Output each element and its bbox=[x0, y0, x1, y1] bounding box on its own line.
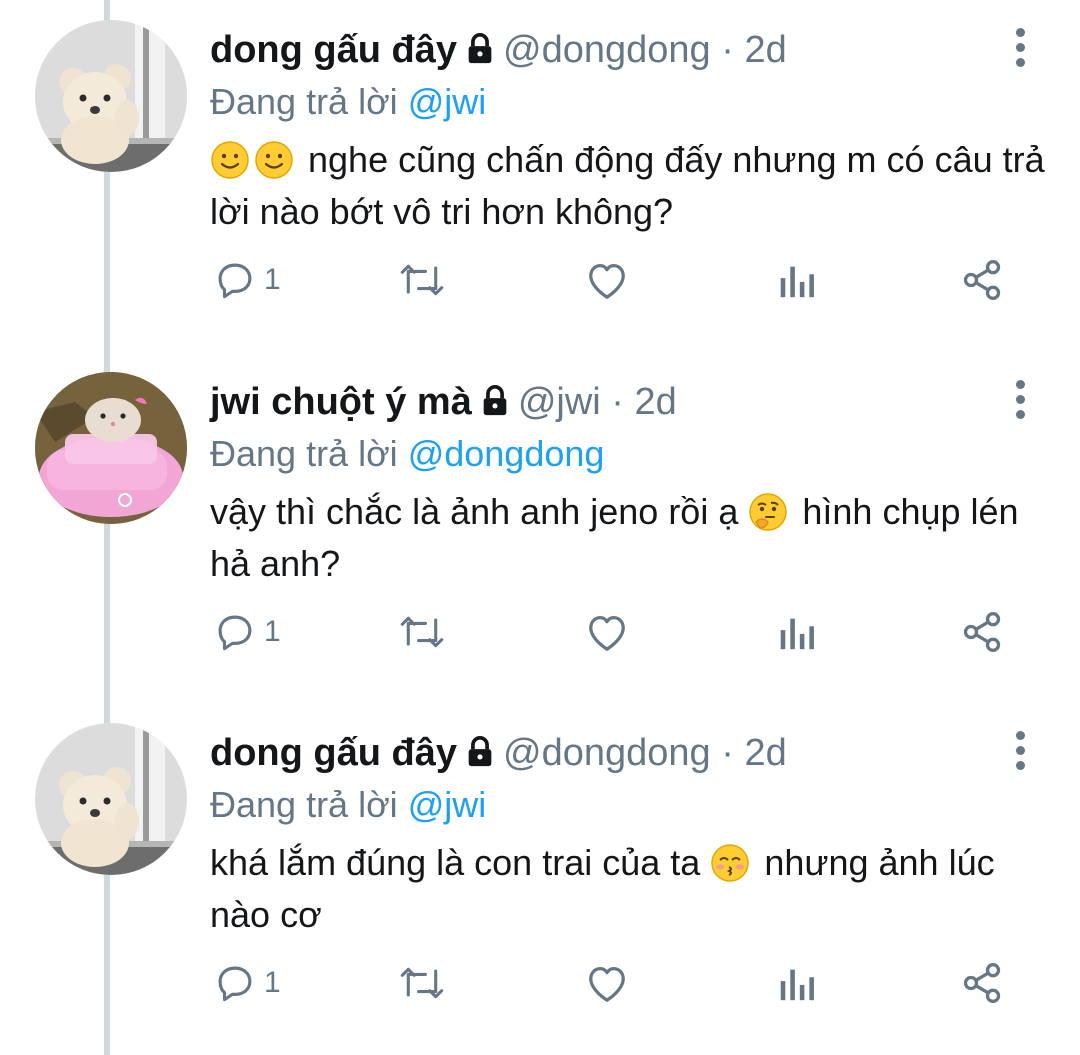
timestamp[interactable]: 2d bbox=[744, 29, 786, 71]
tweet-text: khá lắm đúng là con trai của ta nhưng ản… bbox=[210, 837, 1050, 941]
retweet-button[interactable] bbox=[398, 607, 446, 657]
avatar-teddy-bear[interactable] bbox=[35, 723, 187, 875]
replying-to-label: Đang trả lời bbox=[210, 784, 408, 825]
separator-dot: · bbox=[710, 732, 745, 774]
reply-icon bbox=[218, 966, 252, 1002]
display-name[interactable]: dong gấu đây bbox=[210, 29, 457, 71]
heart-icon bbox=[589, 264, 625, 299]
retweet-icon bbox=[400, 967, 444, 999]
user-handle[interactable]: @dongdong bbox=[503, 29, 711, 71]
retweet-icon bbox=[400, 264, 444, 296]
reply-button[interactable]: 1 bbox=[214, 255, 281, 305]
reply-count: 1 bbox=[264, 263, 281, 296]
like-button[interactable] bbox=[584, 958, 630, 1008]
lock-icon bbox=[463, 28, 497, 80]
more-options-button[interactable] bbox=[1014, 731, 1028, 775]
like-button[interactable] bbox=[584, 255, 630, 305]
retweet-button[interactable] bbox=[398, 255, 446, 305]
action-bar: 1 bbox=[210, 255, 1030, 305]
tweet-2[interactable]: jwi chuột ý mà @jwi · 2d Đang trả lời @do… bbox=[0, 352, 1080, 704]
reply-button[interactable]: 1 bbox=[214, 607, 281, 657]
tweet-text: nghe cũng chấn động đấy nhưng m có câu t… bbox=[210, 134, 1050, 238]
share-button[interactable] bbox=[960, 255, 1004, 305]
thinking-face-icon bbox=[748, 492, 788, 532]
replying-to: Đang trả lời @dongdong bbox=[210, 430, 1050, 478]
heart-icon bbox=[589, 967, 625, 1002]
tweet-body-part-1: vậy thì chắc là ảnh anh jeno rồi ạ bbox=[210, 491, 739, 532]
share-icon bbox=[963, 612, 1001, 652]
avatar-teddy-bear[interactable] bbox=[35, 20, 187, 172]
mention-link[interactable]: @jwi bbox=[408, 784, 487, 825]
reply-button[interactable]: 1 bbox=[214, 958, 281, 1008]
lock-icon bbox=[478, 380, 512, 432]
like-button[interactable] bbox=[584, 607, 630, 657]
share-button[interactable] bbox=[960, 607, 1004, 657]
action-bar: 1 bbox=[210, 607, 1030, 657]
tweet-body-part-1: khá lắm đúng là con trai của ta bbox=[210, 842, 701, 883]
replying-to: Đang trả lời @jwi bbox=[210, 781, 1050, 829]
replying-to-label: Đang trả lời bbox=[210, 433, 408, 474]
tweet-header: dong gấu đây @dongdong · 2d bbox=[210, 727, 1050, 779]
replying-to-label: Đang trả lời bbox=[210, 81, 408, 122]
analytics-button[interactable] bbox=[776, 255, 816, 305]
display-name[interactable]: dong gấu đây bbox=[210, 732, 457, 774]
tweet-header: jwi chuột ý mà @jwi · 2d bbox=[210, 376, 1050, 428]
avatar-hamster-pink-car[interactable] bbox=[35, 372, 187, 524]
tweet-3[interactable]: dong gấu đây @dongdong · 2d Đang trả lời … bbox=[0, 703, 1080, 1055]
timestamp[interactable]: 2d bbox=[635, 381, 677, 423]
analytics-icon bbox=[780, 266, 814, 298]
share-icon bbox=[963, 963, 1001, 1003]
tweet-text: vậy thì chắc là ảnh anh jeno rồi ạ hình … bbox=[210, 486, 1050, 590]
share-icon bbox=[963, 260, 1001, 300]
tweet-header: dong gấu đây @dongdong · 2d bbox=[210, 24, 1050, 76]
reply-count: 1 bbox=[264, 966, 281, 999]
analytics-button[interactable] bbox=[776, 958, 816, 1008]
action-bar: 1 bbox=[210, 958, 1030, 1008]
reply-icon bbox=[218, 615, 252, 651]
reply-icon bbox=[218, 263, 252, 299]
analytics-icon bbox=[780, 618, 814, 650]
retweet-button[interactable] bbox=[398, 958, 446, 1008]
slightly-smiling-face-icon bbox=[254, 140, 294, 180]
timestamp[interactable]: 2d bbox=[744, 732, 786, 774]
share-button[interactable] bbox=[960, 958, 1004, 1008]
tweet-body: nghe cũng chấn động đấy nhưng m có câu t… bbox=[210, 139, 1045, 232]
analytics-icon bbox=[780, 969, 814, 1001]
mention-link[interactable]: @jwi bbox=[408, 81, 487, 122]
user-handle[interactable]: @dongdong bbox=[503, 732, 711, 774]
reply-count: 1 bbox=[264, 615, 281, 648]
tweet-1[interactable]: dong gấu đây @dongdong · 2d Đang trả lời … bbox=[0, 0, 1080, 352]
analytics-button[interactable] bbox=[776, 607, 816, 657]
lock-icon bbox=[463, 731, 497, 783]
kissing-face-icon bbox=[710, 843, 750, 883]
replying-to: Đang trả lời @jwi bbox=[210, 78, 1050, 126]
separator-dot: · bbox=[710, 29, 745, 71]
more-options-button[interactable] bbox=[1014, 380, 1028, 424]
more-options-button[interactable] bbox=[1014, 28, 1028, 72]
user-handle[interactable]: @jwi bbox=[518, 381, 601, 423]
heart-icon bbox=[589, 616, 625, 651]
retweet-icon bbox=[400, 616, 444, 648]
display-name[interactable]: jwi chuột ý mà bbox=[210, 381, 472, 423]
mention-link[interactable]: @dongdong bbox=[408, 433, 605, 474]
separator-dot: · bbox=[600, 381, 635, 423]
slightly-smiling-face-icon bbox=[210, 140, 250, 180]
